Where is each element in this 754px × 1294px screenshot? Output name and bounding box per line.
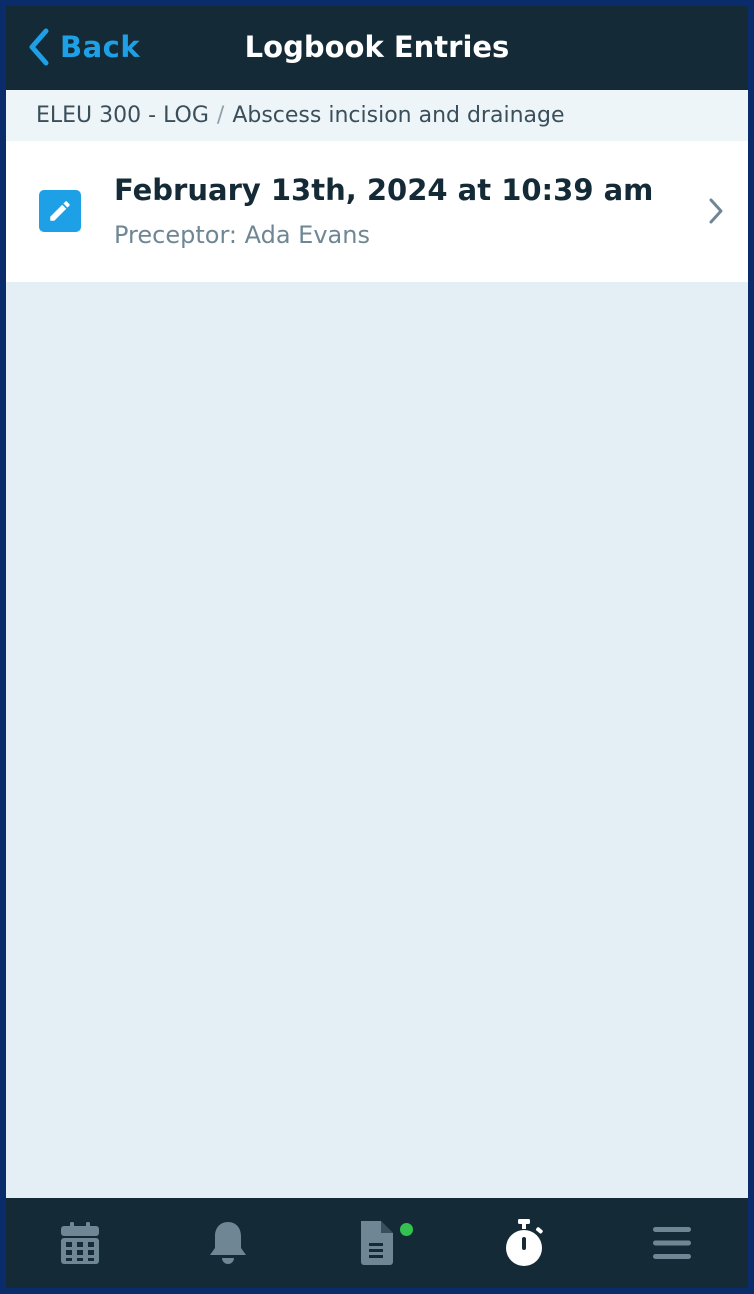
edit-icon: [39, 190, 81, 232]
menu-icon: [653, 1227, 691, 1259]
breadcrumb-course: ELEU 300 - LOG: [36, 103, 209, 128]
page-title: Logbook Entries: [244, 30, 510, 64]
navigation-header: Back Logbook Entries: [6, 6, 748, 90]
entry-preceptor: Preceptor: Ada Evans: [114, 221, 370, 249]
tab-documents[interactable]: [302, 1198, 450, 1288]
entries-list-empty-area: [6, 282, 748, 1198]
tab-menu[interactable]: [598, 1198, 746, 1288]
tab-calendar[interactable]: [6, 1198, 154, 1288]
bell-icon: [210, 1222, 246, 1264]
document-icon: [361, 1221, 393, 1265]
stopwatch-icon: [506, 1219, 543, 1266]
entry-datetime: February 13th, 2024 at 10:39 am: [114, 173, 654, 207]
chevron-right-icon: [709, 198, 723, 224]
calendar-icon: [61, 1222, 99, 1264]
breadcrumb-separator: /: [216, 103, 225, 128]
tab-timer[interactable]: [450, 1198, 598, 1288]
app-frame: Back Logbook Entries ELEU 300 - LOG / Absc…: [0, 0, 754, 1294]
bottom-tab-bar: [6, 1198, 748, 1288]
breadcrumb-procedure: Abscess incision and drainage: [232, 103, 565, 128]
breadcrumb: ELEU 300 - LOG / Abscess incision and drai…: [6, 90, 748, 141]
new-document-badge: [400, 1223, 413, 1236]
tab-notifications[interactable]: [154, 1198, 302, 1288]
logbook-entry-row[interactable]: February 13th, 2024 at 10:39 am Precepto…: [6, 141, 748, 282]
